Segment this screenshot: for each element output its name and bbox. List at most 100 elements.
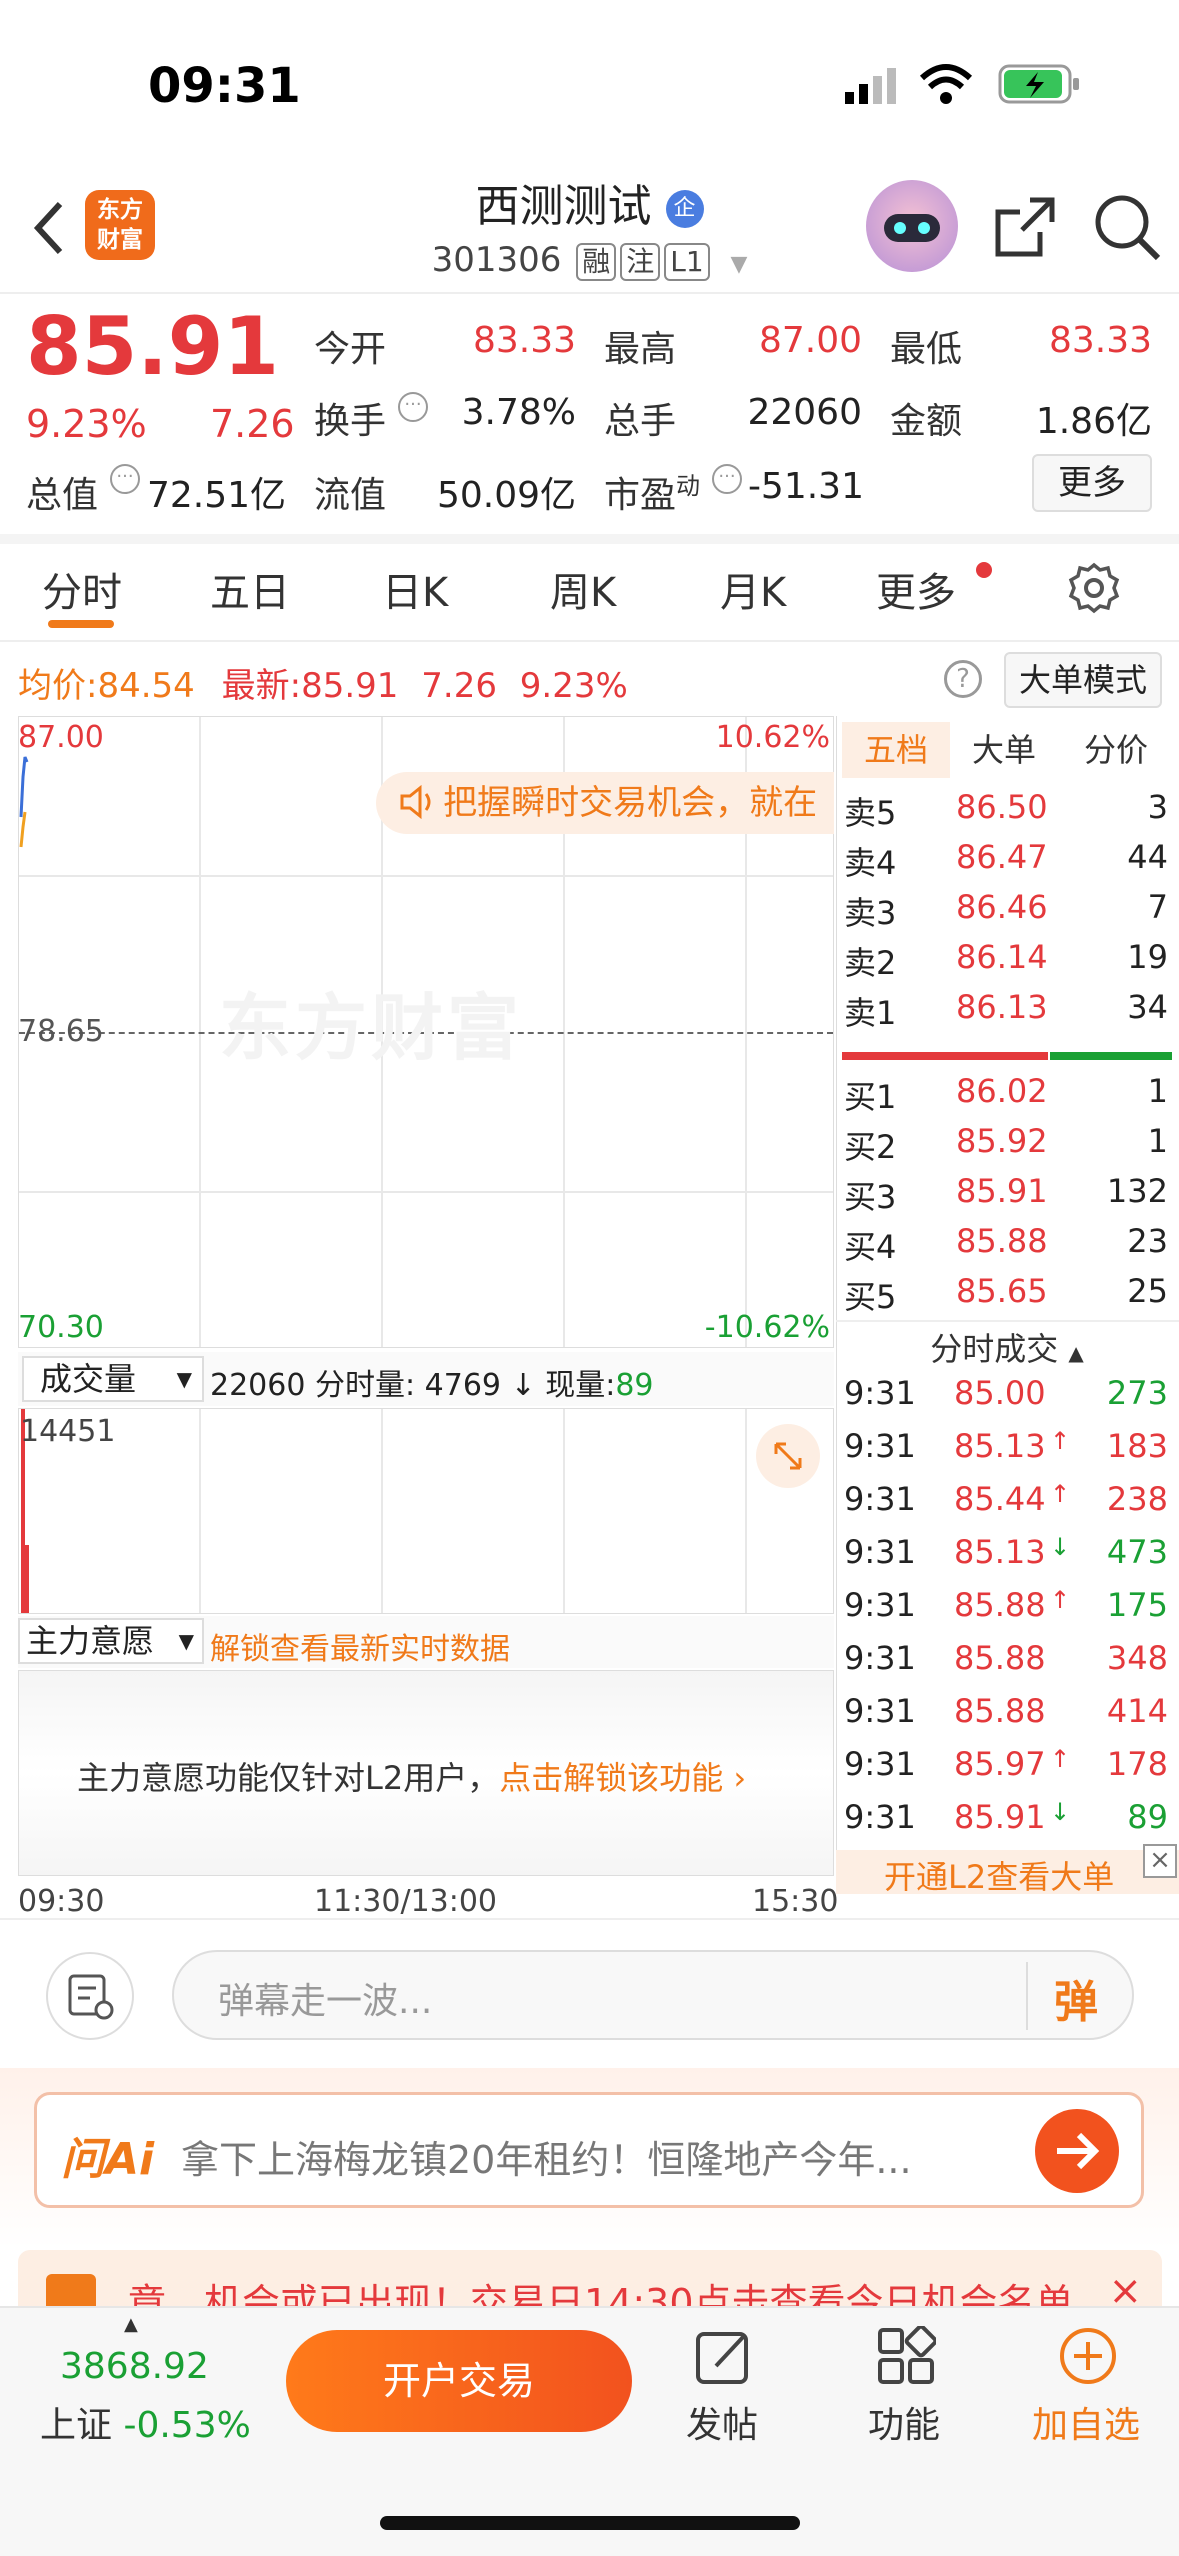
l2-banner[interactable]: 开通L2查看大单 × [836, 1844, 1179, 1896]
amount-label: 金额 [890, 401, 963, 442]
pe-value: -51.31 [747, 466, 864, 507]
change-pct: 9.23% [26, 402, 147, 446]
chevron-right-icon: › [723, 1759, 747, 1797]
robot-avatar[interactable] [866, 180, 958, 272]
tab-weekly-k[interactable]: 周K [550, 560, 616, 618]
tab-daily-k[interactable]: 日K [382, 560, 448, 618]
cell: 175 [1106, 1586, 1168, 1624]
help-icon[interactable]: ? [944, 660, 982, 698]
ob-tab-big[interactable]: 大单 [950, 722, 1058, 778]
close-icon[interactable]: × [1143, 1844, 1177, 1878]
cell: 85.88 [956, 1222, 1048, 1260]
search-icon[interactable] [1092, 192, 1164, 264]
cell: 9:31 [844, 1427, 916, 1465]
cell: 89 [1127, 1798, 1168, 1836]
signal-icon [845, 66, 905, 106]
function-label[interactable]: 功能 [868, 2396, 940, 2448]
cell: 85.91 [956, 1172, 1048, 1210]
opportunity-banner[interactable]: 把握瞬时交易机会，就在 [376, 772, 834, 834]
bid-row[interactable]: 买3 85.91 132 [842, 1172, 1172, 1222]
tab-more[interactable]: 更多 [876, 560, 956, 618]
add-watchlist-label[interactable]: 加自选 [1032, 2396, 1140, 2448]
cell: ↓ [1050, 1798, 1071, 1826]
avg-line-row: 均价:84.54 最新:85.91 7.26 9.23% [18, 666, 628, 706]
ticks-title[interactable]: 分时成交 ▲ [842, 1324, 1172, 1370]
bid-row[interactable]: 买1 86.02 1 [842, 1072, 1172, 1122]
danmu-send-button[interactable]: 弹 [1054, 1966, 1098, 2030]
post-icon[interactable] [694, 2326, 754, 2386]
ask-row[interactable]: 卖4 86.47 44 [842, 838, 1172, 888]
high-label: 最高 [604, 329, 677, 370]
ob-tab-price[interactable]: 分价 [1062, 722, 1170, 778]
dropdown-icon[interactable]: ▼ [730, 252, 747, 277]
bid-row[interactable]: 买4 85.88 23 [842, 1222, 1172, 1272]
volume-chart[interactable] [18, 1408, 834, 1614]
cell: 414 [1106, 1692, 1168, 1730]
tab-five-day[interactable]: 五日 [210, 560, 290, 618]
tab-active-underline [48, 620, 114, 628]
cell: 1 [1147, 1072, 1168, 1110]
danmu-settings-icon[interactable] [46, 1952, 134, 2040]
cell: 85.92 [956, 1122, 1048, 1160]
cell: 9:31 [844, 1480, 916, 1518]
cell: 买2 [844, 1128, 897, 1166]
speaker-icon [398, 782, 438, 826]
expand-icon[interactable] [756, 1424, 820, 1488]
turnover-value: 3.78% [461, 392, 576, 433]
index-row[interactable]: 上证 -0.53% [40, 2396, 251, 2448]
tag-registration: 注 [620, 243, 661, 281]
tab-monthly-k[interactable]: 月K [720, 560, 786, 618]
volume-selector[interactable]: 成交量 ▼ [22, 1356, 204, 1402]
post-label[interactable]: 发帖 [686, 2396, 758, 2448]
cell: 85.65 [956, 1272, 1048, 1310]
chart-y-bot: 70.30 [18, 1310, 104, 1345]
info-icon[interactable]: ··· [398, 392, 428, 422]
info-icon[interactable]: ··· [110, 464, 140, 494]
time-mid: 11:30/13:00 [314, 1884, 498, 1919]
add-watchlist-icon[interactable] [1058, 2326, 1118, 2386]
bid-row[interactable]: 买5 85.65 25 [842, 1272, 1172, 1322]
amount-value: 1.86亿 [1035, 401, 1152, 442]
ask-row[interactable]: 卖2 86.14 19 [842, 938, 1172, 988]
dropdown-icon: ▼ [178, 1629, 194, 1653]
caret-up-icon: ▲ [1068, 1341, 1084, 1365]
ai-logo: 问Ai [61, 2134, 155, 2185]
enterprise-badge: 企 [665, 190, 704, 228]
cell: 85.13 [954, 1427, 1046, 1465]
ask-row[interactable]: 卖1 86.13 34 [842, 988, 1172, 1038]
volume-info: 22060 分时量: 4769 ↓ 现量:89 [210, 1368, 654, 1403]
intent-panel: 主力意愿功能仅针对L2用户，点击解锁该功能 › [18, 1670, 834, 1876]
cell: 19 [1127, 938, 1168, 976]
big-order-mode-button[interactable]: 大单模式 [1004, 652, 1162, 708]
ai-send-button[interactable] [1035, 2109, 1119, 2193]
ask-row[interactable]: 卖5 86.50 3 [842, 788, 1172, 838]
more-button[interactable]: 更多 [1032, 454, 1152, 512]
function-icon[interactable] [876, 2324, 938, 2386]
intent-unlock-link[interactable]: 解锁查看最新实时数据 [210, 1624, 510, 1668]
settings-icon[interactable] [1068, 562, 1120, 614]
float-label: 流值 [314, 475, 387, 516]
danmu-input[interactable]: 弹幕走一波... 弹 [172, 1950, 1134, 2040]
open-label: 今开 [314, 329, 387, 370]
bid-row[interactable]: 买2 85.92 1 [842, 1122, 1172, 1172]
ai-ask-bar[interactable]: 问Ai 拿下上海梅龙镇20年租约！恒隆地产今年... [34, 2092, 1144, 2208]
turnover-label: 换手 [314, 401, 387, 442]
open-account-trade-button[interactable]: 开户交易 [286, 2330, 632, 2432]
tick-row: 9:31 85.44 ↑ 238 [842, 1480, 1172, 1533]
share-icon[interactable] [990, 192, 1060, 262]
cell: 85.91 [954, 1798, 1046, 1836]
volume-value: 22060 [747, 392, 862, 433]
cell: 买4 [844, 1228, 897, 1266]
ask-row[interactable]: 卖3 86.46 7 [842, 888, 1172, 938]
cell: ↑ [1050, 1586, 1071, 1614]
cell: 7 [1147, 888, 1168, 926]
home-indicator[interactable] [380, 2516, 800, 2530]
cell: 卖3 [844, 894, 897, 932]
ob-tab-five[interactable]: 五档 [842, 722, 950, 778]
cell: 9:31 [844, 1798, 916, 1836]
intent-unlock-button[interactable]: 点击解锁该功能 [499, 1759, 723, 1797]
info-icon[interactable]: ··· [712, 464, 742, 494]
tab-intraday[interactable]: 分时 [42, 560, 122, 618]
intent-selector[interactable]: 主力意愿 ▼ [18, 1618, 204, 1664]
index-value[interactable]: 3868.92 [60, 2346, 209, 2387]
